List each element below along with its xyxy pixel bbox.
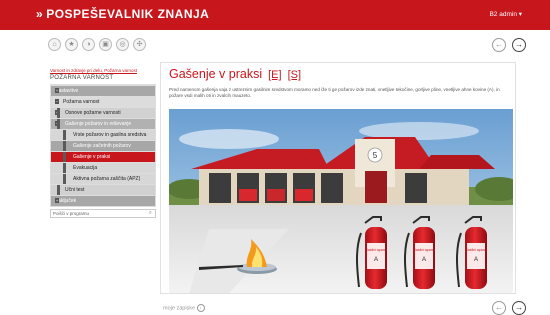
menu-item[interactable]: − Požarna varnost	[51, 95, 155, 107]
expand-icon[interactable]: +	[55, 197, 59, 203]
page-title: Gašenje v praksi [E] [S]	[169, 67, 301, 81]
tree-indent-bar	[63, 173, 66, 184]
menu-item-label: Evakuacija	[73, 164, 98, 171]
menu-item-label: Požarna varnost	[63, 98, 100, 105]
tree-indent-bar	[57, 118, 60, 129]
menu-item[interactable]: Gašenje v praksi	[51, 150, 155, 162]
tree-indent-bar	[57, 107, 60, 118]
search-box[interactable]: Poišči v programu ⌕	[50, 208, 156, 218]
collapse-icon[interactable]: −	[55, 98, 59, 104]
menu-item-label: Učni test	[65, 186, 85, 193]
tree-indent-bar	[63, 151, 66, 162]
extinguisher-class-2: A	[422, 257, 426, 263]
next-page-button[interactable]: →	[512, 38, 526, 52]
extinguisher-class-3: A	[474, 257, 478, 263]
download-notes-label: moje zapiske	[163, 305, 196, 312]
top-bar: » POSPEŠEVALNIK ZNANJA B2 admin ▾	[0, 0, 550, 30]
menu-item-label: Aktivna požarna zaščita (APZ)	[73, 175, 141, 182]
extinguisher-label-3: Gasilni aparat	[465, 248, 487, 252]
tree-indent-bar	[63, 140, 66, 151]
sidebar: Varnost in zdravje pri delu, Požarna var…	[50, 62, 156, 302]
menu-item[interactable]: + Nastavitve	[51, 84, 155, 96]
home-icon[interactable]: ⌂	[48, 38, 61, 51]
course-menu: +Nastavitve−Požarna varnost+Osnove požar…	[50, 83, 156, 207]
fire-station-photo: 5 Gasilni aparat A Gasilni aparat A Gasi…	[169, 109, 513, 293]
content-text: Pred namenom gašenja vaja z ustreznim ga…	[169, 87, 500, 98]
page-title-text: Gašenje v praksi	[169, 67, 263, 81]
top-navigation: ← →	[492, 38, 526, 52]
station-number: 5	[373, 151, 378, 160]
search-icon[interactable]: ⌕	[149, 210, 152, 217]
dots-icon[interactable]: ◎	[116, 38, 129, 51]
search-input[interactable]: Poišči v programu	[53, 211, 89, 216]
menu-item[interactable]: Učni test	[51, 183, 155, 195]
menu-item[interactable]: Vrste požarov in gasilna sredstva	[51, 128, 155, 140]
tree-indent-bar	[57, 184, 60, 195]
star-icon[interactable]: ★	[65, 38, 78, 51]
menu-item[interactable]: + Zaključek	[51, 194, 155, 206]
tag-e-link[interactable]: [E]	[268, 69, 281, 81]
content-panel: Gašenje v praksi [E] [S] Pred namenom gaše…	[160, 62, 516, 294]
menu-item-label: Gašenje v praksi	[73, 153, 111, 160]
next-page-button-bottom[interactable]: →	[512, 301, 526, 315]
menu-item-label: Gašenje začetnih požarov	[73, 142, 131, 149]
extinguisher-class-1: A	[374, 257, 378, 263]
logo-chevrons: »	[36, 7, 44, 21]
breadcrumb[interactable]: Varnost in zdravje pri delu, Požarna var…	[50, 68, 156, 74]
photo-illustration: 5 Gasilni aparat A Gasilni aparat A Gasi…	[169, 109, 513, 293]
image-icon[interactable]: ▣	[99, 38, 112, 51]
history-icon[interactable]: ◑	[82, 38, 95, 51]
menu-item[interactable]: Gašenje začetnih požarov	[51, 139, 155, 151]
menu-item[interactable]: Aktivna požarna zaščita (APZ)	[51, 172, 155, 184]
bottom-navigation: ← →	[492, 301, 526, 315]
toolbar: ⌂ ★ ◑ ▣ ◎ ✣	[48, 38, 146, 54]
download-icon[interactable]: ↓	[196, 304, 205, 312]
menu-item[interactable]: −Gašenje požarov in reševanje	[51, 117, 155, 129]
logo-text: POSPEŠEVALNIK ZNANJA	[46, 7, 210, 21]
previous-page-button[interactable]: ←	[492, 38, 506, 52]
menu-item-label: Gašenje požarov in reševanje	[65, 120, 132, 127]
extinguisher-label-1: Gasilni aparat	[365, 248, 387, 252]
previous-page-button-bottom[interactable]: ←	[492, 301, 506, 315]
extinguisher-label-2: Gasilni aparat	[413, 248, 435, 252]
menu-item[interactable]: Evakuacija	[51, 161, 155, 173]
tag-s-link[interactable]: [S]	[288, 69, 301, 81]
section-title: POŽARNA VARNOST	[50, 74, 114, 81]
tree-indent-bar	[63, 162, 66, 173]
settings-icon[interactable]: ✣	[133, 38, 146, 51]
tree-indent-bar	[63, 129, 66, 140]
user-menu[interactable]: B2 admin ▾	[489, 10, 522, 18]
menu-item-label: Vrste požarov in gasilna sredstva	[73, 131, 147, 138]
app-logo[interactable]: » POSPEŠEVALNIK ZNANJA	[36, 7, 209, 21]
expand-icon[interactable]: +	[55, 87, 59, 93]
menu-item-label: Osnove požarne varnosti	[65, 109, 121, 116]
download-notes-link[interactable]: moje zapiske ↓	[163, 304, 205, 312]
menu-item[interactable]: +Osnove požarne varnosti	[51, 106, 155, 118]
